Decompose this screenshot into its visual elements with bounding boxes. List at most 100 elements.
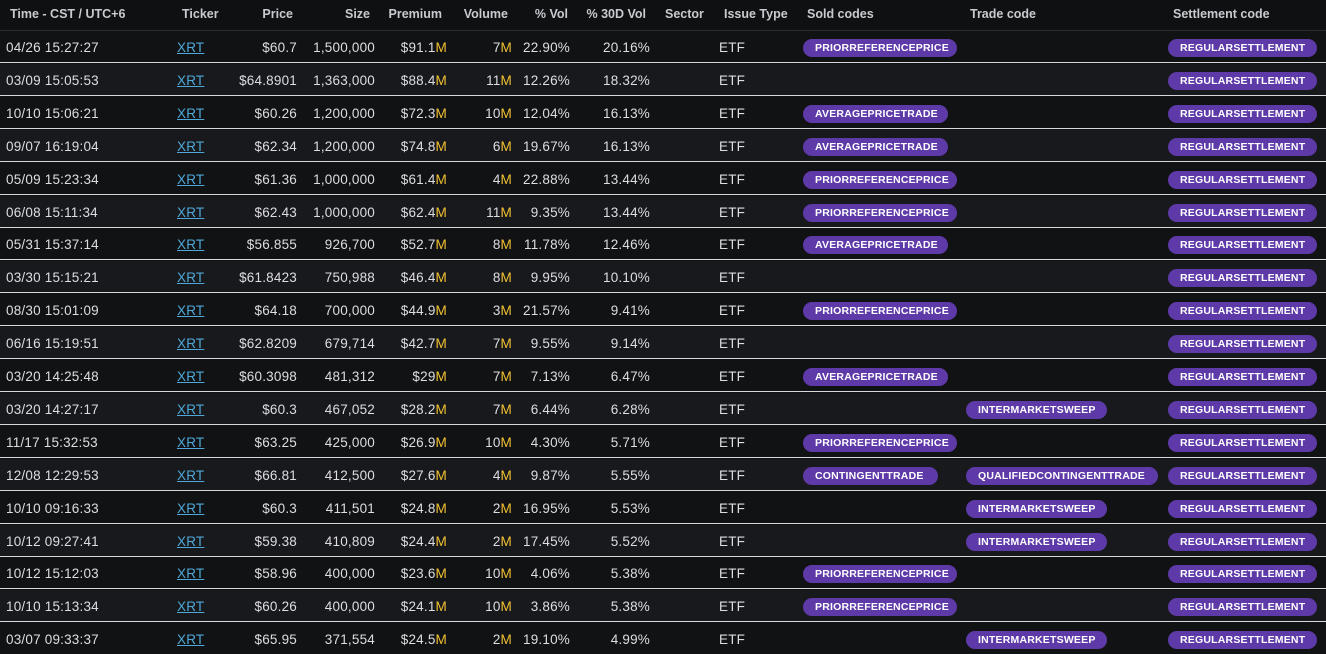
table-header: Time - CST / UTC+6 Ticker Price Size Pre… bbox=[0, 0, 1326, 31]
column-header-time[interactable]: Time - CST / UTC+6 bbox=[10, 0, 125, 30]
premium-unit: M bbox=[435, 599, 447, 615]
column-header-issue-type[interactable]: Issue Type bbox=[724, 0, 788, 30]
table-row[interactable]: 12/08 12:29:53 XRT $66.81 412,500 $27.6M 4M 9.… bbox=[0, 458, 1326, 491]
table-row[interactable]: 10/12 09:27:41 XRT $59.38 410,809 $24.4M 2M 17… bbox=[0, 524, 1326, 557]
price-cell: $62.43 bbox=[254, 204, 297, 220]
column-header-settlement-code[interactable]: Settlement code bbox=[1173, 0, 1270, 30]
volume-value: 10 bbox=[485, 434, 501, 450]
ticker-link[interactable]: XRT bbox=[177, 336, 204, 351]
volume-cell: 2M bbox=[452, 623, 512, 654]
column-header-trade-code[interactable]: Trade code bbox=[970, 0, 1036, 30]
table-row[interactable]: 11/17 15:32:53 XRT $63.25 425,000 $26.9M 10M 4… bbox=[0, 425, 1326, 458]
ticker-link[interactable]: XRT bbox=[177, 566, 204, 581]
size-cell: 411,501 bbox=[325, 500, 375, 516]
premium-cell: $23.6M bbox=[380, 557, 447, 589]
premium-cell: $88.4M bbox=[380, 64, 447, 96]
ticker-link[interactable]: XRT bbox=[177, 402, 204, 417]
premium-unit: M bbox=[435, 138, 447, 154]
size-cell: 750,988 bbox=[324, 270, 375, 286]
volume-cell: 3M bbox=[452, 294, 512, 326]
column-header-ticker[interactable]: Ticker bbox=[182, 0, 219, 30]
ticker-link[interactable]: XRT bbox=[177, 468, 204, 483]
table-row[interactable]: 03/20 14:27:17 XRT $60.3 467,052 $28.2M 7M 6.4… bbox=[0, 392, 1326, 425]
ticker-link[interactable]: XRT bbox=[177, 534, 204, 549]
time-cell: 03/20 14:27:17 bbox=[6, 401, 99, 417]
pct-30d-vol-cell: 5.53% bbox=[610, 500, 650, 516]
premium-cell: $61.4M bbox=[380, 163, 447, 195]
time-cell: 10/10 15:13:34 bbox=[6, 599, 99, 615]
volume-unit: M bbox=[500, 467, 512, 483]
settlement-code-badge: REGULARSETTLEMENT bbox=[1168, 433, 1317, 452]
ticker-link[interactable]: XRT bbox=[177, 106, 204, 121]
table-row[interactable]: 08/30 15:01:09 XRT $64.18 700,000 $44.9M 3M 21… bbox=[0, 294, 1326, 327]
table-row[interactable]: 09/07 16:19:04 XRT $62.34 1,200,000 $74.8M 6M… bbox=[0, 129, 1326, 162]
table-row[interactable]: 03/20 14:25:48 XRT $60.3098 481,312 $29M 7M 7.… bbox=[0, 360, 1326, 392]
table-row[interactable]: 03/07 09:33:37 XRT $65.95 371,554 $24.5M 2M 19… bbox=[0, 623, 1326, 654]
table-row[interactable]: 06/16 15:19:51 XRT $62.8209 679,714 $42.7M 7M… bbox=[0, 327, 1326, 360]
premium-unit: M bbox=[435, 467, 447, 483]
premium-value: $72.3 bbox=[400, 105, 436, 121]
table-row[interactable]: 10/10 15:06:21 XRT $60.26 1,200,000 $72.3M 10… bbox=[0, 96, 1326, 129]
table-row[interactable]: 10/12 15:12:03 XRT $58.96 400,000 $23.6M 10M 4… bbox=[0, 557, 1326, 590]
sold-code-badge: PRIORREFERENCEPRICE bbox=[803, 170, 957, 189]
block-trades-table: Time - CST / UTC+6 Ticker Price Size Pre… bbox=[0, 0, 1326, 654]
ticker-link[interactable]: XRT bbox=[177, 139, 204, 154]
premium-value: $24.4 bbox=[400, 533, 436, 549]
ticker-link[interactable]: XRT bbox=[177, 73, 204, 88]
price-cell: $66.81 bbox=[254, 467, 297, 483]
pct-vol-cell: 21.57% bbox=[523, 303, 570, 319]
table-row[interactable]: 03/30 15:15:21 XRT $61.8423 750,988 $46.4M 8M… bbox=[0, 261, 1326, 294]
settlement-code-badge: REGULARSETTLEMENT bbox=[1168, 269, 1317, 288]
volume-value: 10 bbox=[485, 599, 501, 615]
column-header-sector[interactable]: Sector bbox=[665, 0, 704, 30]
volume-cell: 7M bbox=[452, 393, 512, 425]
table-row[interactable]: 10/10 09:16:33 XRT $60.3 411,501 $24.8M 2M 16.… bbox=[0, 491, 1326, 524]
pct-vol-cell: 12.26% bbox=[523, 72, 570, 88]
table-row[interactable]: 05/31 15:37:14 XRT $56.855 926,700 $52.7M 8M 1… bbox=[0, 228, 1326, 261]
pct-vol-cell: 16.95% bbox=[523, 500, 570, 516]
ticker-cell: XRT bbox=[177, 327, 204, 359]
ticker-link[interactable]: XRT bbox=[177, 501, 204, 516]
sold-code-badge: PRIORREFERENCEPRICE bbox=[803, 203, 957, 222]
issue-type-cell: ETF bbox=[719, 171, 746, 187]
table-row[interactable]: 06/08 15:11:34 XRT $62.43 1,000,000 $62.4M 11… bbox=[0, 195, 1326, 228]
ticker-link[interactable]: XRT bbox=[177, 270, 204, 285]
table-row[interactable]: 05/09 15:23:34 XRT $61.36 1,000,000 $61.4M 4M… bbox=[0, 162, 1326, 195]
price-cell: $65.95 bbox=[254, 632, 297, 648]
column-header-size[interactable]: Size bbox=[310, 0, 370, 30]
volume-value: 11 bbox=[486, 72, 501, 88]
ticker-link[interactable]: XRT bbox=[177, 40, 204, 55]
size-cell: 1,200,000 bbox=[313, 105, 375, 121]
column-header-volume[interactable]: Volume bbox=[452, 0, 508, 30]
issue-type-cell: ETF bbox=[719, 138, 746, 154]
pct-vol-cell: 19.67% bbox=[523, 138, 570, 154]
ticker-link[interactable]: XRT bbox=[177, 172, 204, 187]
column-header-sold-codes[interactable]: Sold codes bbox=[807, 0, 874, 30]
ticker-link[interactable]: XRT bbox=[177, 303, 204, 318]
pct-vol-cell: 4.30% bbox=[530, 434, 570, 450]
column-header-pct-30d-vol[interactable]: % 30D Vol bbox=[578, 0, 646, 30]
ticker-link[interactable]: XRT bbox=[177, 205, 204, 220]
ticker-link[interactable]: XRT bbox=[177, 369, 204, 384]
ticker-link[interactable]: XRT bbox=[177, 435, 204, 450]
pct-30d-vol-cell: 13.44% bbox=[603, 171, 650, 187]
sold-code-badge: AVERAGEPRICETRADE bbox=[803, 104, 948, 123]
sold-code-badge: CONTINGENTTRADE bbox=[803, 466, 938, 485]
issue-type-cell: ETF bbox=[719, 566, 746, 582]
ticker-link[interactable]: XRT bbox=[177, 599, 204, 614]
price-cell: $63.25 bbox=[254, 434, 297, 450]
volume-unit: M bbox=[500, 401, 512, 417]
time-cell: 08/30 15:01:09 bbox=[6, 303, 99, 319]
table-row[interactable]: 04/26 15:27:27 XRT $60.7 1,500,000 $91.1M 7M 2… bbox=[0, 31, 1326, 63]
column-header-price[interactable]: Price bbox=[240, 0, 293, 30]
time-cell: 12/08 12:29:53 bbox=[6, 467, 99, 483]
volume-cell: 7M bbox=[452, 360, 512, 392]
column-header-premium[interactable]: Premium bbox=[380, 0, 443, 30]
column-header-pct-vol[interactable]: % Vol bbox=[518, 0, 568, 30]
volume-value: 6 bbox=[492, 138, 501, 154]
ticker-link[interactable]: XRT bbox=[177, 632, 204, 647]
table-row[interactable]: 03/09 15:05:53 XRT $64.8901 1,363,000 $88.4M… bbox=[0, 63, 1326, 96]
table-row[interactable]: 10/10 15:13:34 XRT $60.26 400,000 $24.1M 10M 3… bbox=[0, 590, 1326, 623]
ticker-link[interactable]: XRT bbox=[177, 237, 204, 252]
settlement-code-badge: REGULARSETTLEMENT bbox=[1168, 39, 1317, 57]
